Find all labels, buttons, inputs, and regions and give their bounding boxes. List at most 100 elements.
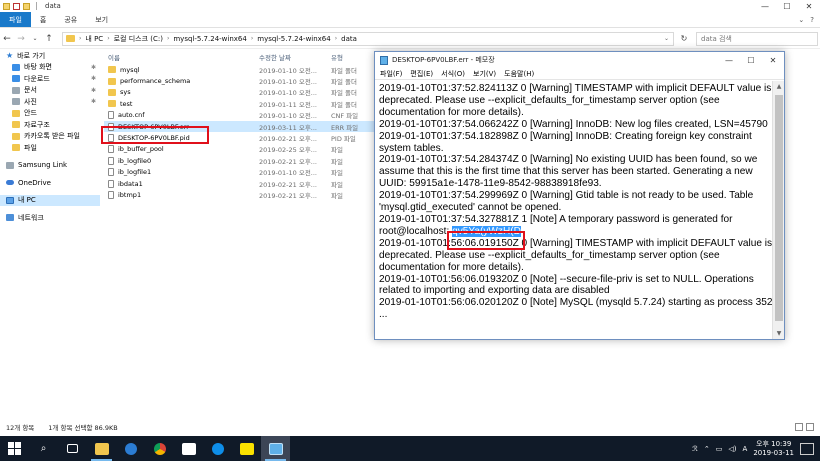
sidebar-item[interactable]: 카카오톡 받은 파일 — [0, 131, 100, 143]
minimize-icon[interactable]: — — [754, 0, 776, 12]
search-input[interactable]: data 검색 — [696, 31, 818, 46]
recent-dropdown-icon[interactable]: ⌄ — [28, 35, 42, 42]
maximize-icon[interactable]: ☐ — [776, 0, 798, 12]
scroll-thumb[interactable] — [775, 95, 783, 321]
vertical-scrollbar[interactable]: ▲ ▼ — [772, 81, 784, 339]
text-line: deprecated. Please use --explicit_defaul… — [379, 94, 720, 106]
menu-edit[interactable]: 편집(E) — [410, 69, 433, 79]
action-center-icon[interactable] — [800, 442, 814, 455]
ribbon-expand-icon[interactable]: ⌄ — [798, 16, 804, 24]
teamviewer-icon[interactable] — [203, 436, 232, 461]
column-type[interactable]: 유형 — [331, 52, 374, 62]
file-row[interactable]: auto.cnf 2019-01-10 오전... CNF 파일 — [104, 110, 374, 121]
sidebar-item[interactable]: ★ 바로 가기 — [0, 50, 100, 62]
sidebar-item[interactable]: 내 PC — [0, 194, 100, 206]
sidebar-item[interactable]: 네트워크 — [0, 212, 100, 224]
file-row[interactable]: ib_logfile0 2019-02-21 오후... 파일 — [104, 155, 374, 166]
volume-icon[interactable]: ◁) — [728, 445, 736, 453]
column-name[interactable]: 이름 — [104, 52, 259, 62]
file-date: 2019-01-10 오전... — [259, 112, 317, 121]
maximize-icon[interactable]: ☐ — [740, 56, 762, 65]
file-type: 파일 폴더 — [331, 89, 357, 98]
up-arrow-icon[interactable]: ↑ — [42, 34, 56, 44]
breadcrumb-segment[interactable]: data — [341, 35, 357, 43]
file-row[interactable]: test 2019-01-11 오전... 파일 폴더 — [104, 98, 374, 109]
notepad-icon[interactable] — [261, 436, 290, 461]
menu-help[interactable]: 도움말(H) — [504, 69, 534, 79]
file-type: 파일 폴더 — [331, 100, 357, 109]
tab-file[interactable]: 파일 — [0, 12, 31, 27]
notepad-text-area[interactable]: 2019-01-10T01:37:52.824113Z 0 [Warning] … — [375, 81, 773, 339]
text-line: 2019-01-10T01:56:06.019150Z 0 [Warning] … — [379, 237, 773, 249]
breadcrumb-segment[interactable]: 내 PC — [85, 34, 103, 44]
sidebar-item-label: 다운로드 — [24, 74, 50, 83]
help-icon[interactable]: ? — [810, 16, 814, 24]
sidebar-item[interactable]: Samsung Link — [0, 160, 100, 172]
file-date: 2019-02-21 오후... — [259, 157, 317, 166]
menu-file[interactable]: 파일(F) — [380, 69, 402, 79]
breadcrumb-segment[interactable]: mysql-5.7.24-winx64 — [173, 35, 246, 43]
tab-share[interactable]: 공유 — [55, 12, 86, 27]
quick-access-toolbar: data — [0, 2, 61, 10]
file-row[interactable]: ib_buffer_pool 2019-02-25 오후... 파일 — [104, 144, 374, 155]
sidebar-item[interactable]: 다운로드 ✱ — [0, 73, 100, 85]
download-icon — [12, 75, 20, 83]
search-icon[interactable]: ⌕ — [29, 436, 58, 461]
file-row[interactable]: performance_schema 2019-01-10 오전... 파일 폴더 — [104, 75, 374, 86]
close-icon[interactable]: ✕ — [798, 0, 820, 12]
sidebar-item[interactable]: 바탕 화면 ✱ — [0, 62, 100, 74]
file-row[interactable]: sys 2019-01-10 오전... 파일 폴더 — [104, 87, 374, 98]
scroll-up-icon[interactable]: ▲ — [773, 83, 785, 90]
minimize-icon[interactable]: — — [718, 56, 740, 65]
store-icon[interactable] — [174, 436, 203, 461]
breadcrumb-segment[interactable]: mysql-5.7.24-winx64 — [257, 35, 330, 43]
file-row[interactable]: ibdata1 2019-02-21 오후... 파일 — [104, 178, 374, 189]
sidebar-item[interactable]: 자료구조 — [0, 119, 100, 131]
close-icon[interactable]: ✕ — [762, 56, 784, 65]
file-explorer-icon[interactable] — [87, 436, 116, 461]
notepad-title: DESKTOP-6PV0LBF.err - 메모장 — [392, 56, 495, 64]
task-view-icon[interactable] — [58, 436, 87, 461]
sidebar-item[interactable]: OneDrive — [0, 177, 100, 189]
large-icons-view-icon[interactable] — [806, 423, 814, 431]
ime-indicator[interactable]: A — [743, 445, 748, 453]
kakaotalk-icon[interactable] — [232, 436, 261, 461]
network-icon[interactable]: ▭ — [716, 445, 723, 453]
network-icon — [6, 214, 14, 222]
tray-chevron-icon[interactable]: ⌃ — [704, 445, 710, 453]
address-dropdown-icon[interactable]: ⌄ — [664, 35, 673, 42]
edge-icon[interactable] — [116, 436, 145, 461]
chrome-icon[interactable] — [145, 436, 174, 461]
sidebar-item[interactable]: 사진 ✱ — [0, 96, 100, 108]
breadcrumb-segment[interactable]: 로컬 디스크 (C:) — [114, 34, 163, 44]
start-button[interactable] — [0, 436, 29, 461]
scroll-down-icon[interactable]: ▼ — [773, 330, 785, 337]
new-folder-icon[interactable] — [23, 2, 30, 10]
sidebar-item[interactable]: 파일 — [0, 142, 100, 154]
text-line: 2019-01-10T01:56:06.019320Z 0 [Note] --s… — [379, 273, 754, 285]
tab-home[interactable]: 홈 — [31, 12, 55, 27]
menu-format[interactable]: 서식(O) — [441, 69, 465, 79]
file-row[interactable]: ibtmp1 2019-02-21 오후... 파일 — [104, 189, 374, 200]
file-row[interactable]: mysql 2019-01-10 오전... 파일 폴더 — [104, 64, 374, 75]
sidebar-item[interactable]: 문서 ✱ — [0, 85, 100, 97]
sidebar-item[interactable]: 안드 — [0, 108, 100, 120]
file-row[interactable]: ib_logfile1 2019-01-10 오전... 파일 — [104, 167, 374, 178]
path-box[interactable]: › 내 PC › 로컬 디스크 (C:) › mysql-5.7.24-winx… — [62, 31, 674, 46]
forward-arrow-icon[interactable]: → — [14, 34, 28, 44]
file-name: sys — [120, 88, 131, 97]
back-arrow-icon[interactable]: ← — [0, 34, 14, 44]
properties-icon[interactable] — [13, 2, 20, 10]
text-line: 'mysql.gtid_executed' cannot be opened. — [379, 202, 562, 214]
file-date: 2019-01-10 오전... — [259, 66, 317, 75]
details-view-icon[interactable] — [795, 423, 803, 431]
column-date[interactable]: 수정한 날짜 — [259, 52, 331, 62]
refresh-icon[interactable]: ↻ — [677, 34, 691, 43]
menu-view[interactable]: 보기(V) — [473, 69, 496, 79]
text-line: 2019-01-10T01:56:06.020120Z 0 [Note] MyS… — [379, 297, 773, 309]
people-icon[interactable]: ℛ — [692, 445, 698, 453]
file-name-cell: ibtmp1 — [104, 190, 259, 199]
file-name: ibtmp1 — [118, 190, 142, 199]
tab-view[interactable]: 보기 — [86, 12, 117, 27]
clock[interactable]: 오후 10:39 2019-03-11 — [753, 440, 794, 458]
